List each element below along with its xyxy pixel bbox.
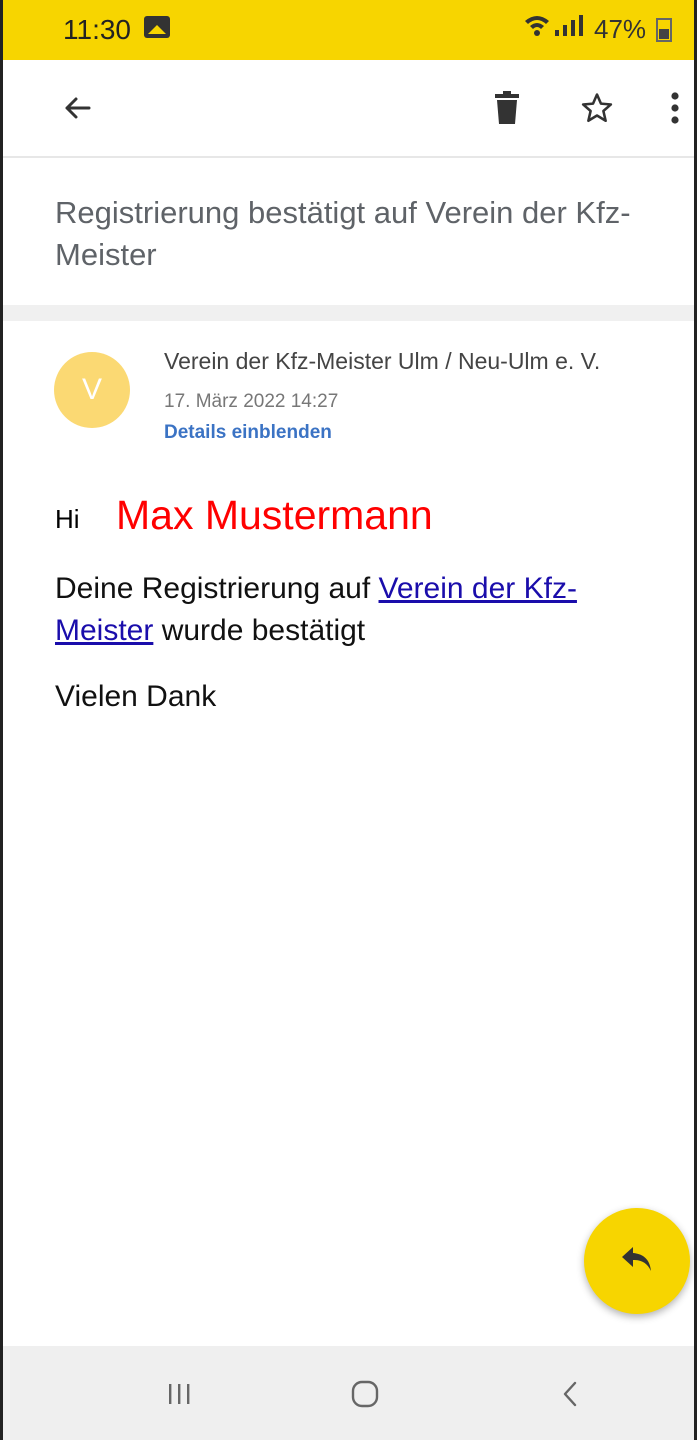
reply-button[interactable] [584,1208,690,1314]
greeting: Hi [55,504,80,534]
phone-screen: 11:30 47% Registrierung bestätigt auf Ve… [0,0,697,1440]
star-icon[interactable] [573,84,621,132]
back-chevron-icon[interactable] [541,1366,601,1422]
home-icon[interactable] [335,1366,395,1422]
closing-text: Vielen Dank [55,680,217,713]
status-bar: 11:30 47% [3,0,694,60]
battery-percent: 47% [594,14,647,44]
image-notification-icon [144,16,170,38]
sender-avatar[interactable]: V [54,352,130,428]
recents-icon[interactable] [149,1366,209,1422]
confirmation-text: Deine Registrierung auf Verein der Kfz-M… [55,568,665,652]
system-nav-bar [3,1346,694,1440]
wifi-icon [523,12,551,44]
signal-icon [553,14,587,44]
body-text-after: wurde bestätigt [153,614,366,647]
recipient-name: Max Mustermann [116,492,433,538]
back-arrow-icon[interactable] [53,84,101,132]
email-subject: Registrierung bestätigt auf Verein der K… [55,195,631,272]
sender-name: Verein der Kfz-Meister Ulm / Neu-Ulm e. … [164,348,601,374]
show-details-link[interactable]: Details einblenden [164,422,332,444]
email-date: 17. März 2022 14:27 [164,391,339,412]
body-text-before: Deine Registrierung auf [55,572,379,605]
status-time: 11:30 [63,14,131,45]
reply-icon [620,1245,654,1278]
delete-icon[interactable] [483,84,531,132]
battery-icon [656,18,672,42]
section-divider [3,305,694,321]
more-options-icon[interactable] [655,84,694,132]
app-bar [3,60,694,158]
avatar-letter: V [81,373,102,406]
